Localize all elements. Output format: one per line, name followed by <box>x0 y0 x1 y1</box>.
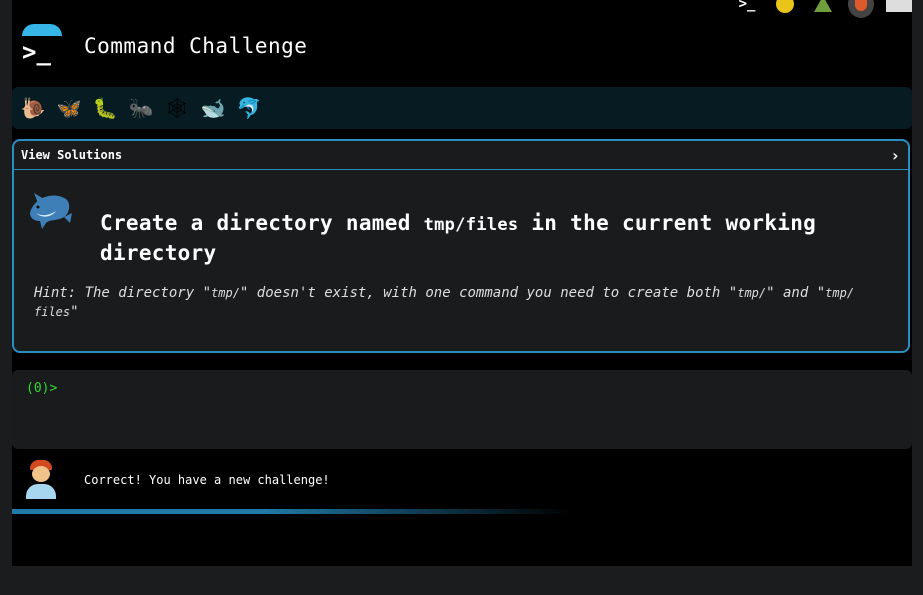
hint-part: Hint: The directory " <box>34 285 212 301</box>
dolphin-icon <box>30 193 72 229</box>
tree-icon[interactable] <box>810 0 836 14</box>
view-solutions-toggle[interactable]: View Solutions › <box>14 141 908 170</box>
terminal-prompt-icon: >_ <box>22 38 51 66</box>
terminal-prompt: (0)> <box>26 381 58 396</box>
hint-code: tmp/ <box>737 286 767 300</box>
shield-icon[interactable] <box>848 0 874 18</box>
logo: >_ <box>20 24 64 68</box>
snail-icon[interactable]: 🐌 <box>18 93 48 123</box>
top-toolbar: >_ <box>734 0 912 18</box>
hint-text: Hint: The directory "tmp/" doesn't exist… <box>34 284 874 322</box>
message-text: Correct! You have a new challenge! <box>84 473 330 487</box>
whale-icon[interactable]: 🐋 <box>198 93 228 123</box>
level-bar: 🐌 🦋 🐛 🐜 🕸 🐋 🐬 <box>12 87 912 129</box>
hint-part: " and " <box>766 285 826 301</box>
title-text: Create a directory named <box>100 211 424 235</box>
avatar <box>24 460 58 500</box>
butterfly-icon[interactable]: 🦋 <box>54 93 84 123</box>
terminal-input[interactable]: (0)> <box>12 370 912 449</box>
view-solutions-label[interactable]: View Solutions <box>21 148 122 162</box>
hint-part: " doesn't exist, with one command you ne… <box>239 285 738 301</box>
hint-code: tmp/ <box>211 286 240 300</box>
app-title: Command Challenge <box>84 34 308 58</box>
mail-icon[interactable] <box>886 0 912 14</box>
header: >_ Command Challenge <box>20 24 307 68</box>
status-message: Correct! You have a new challenge! <box>24 460 330 500</box>
dolphin-icon[interactable]: 🐬 <box>234 93 264 123</box>
hint-part: " <box>70 304 79 320</box>
lightbulb-icon[interactable] <box>772 0 798 14</box>
chevron-right-icon[interactable]: › <box>890 146 900 165</box>
progress-bar <box>12 509 572 514</box>
challenge-card: View Solutions › Create a directory name… <box>12 139 910 353</box>
page: >_ >_ Command Challenge 🐌 🦋 🐛 🐜 🕸 🐋 🐬 Vi… <box>12 0 912 566</box>
challenge-title: Create a directory named tmp/files in th… <box>100 209 860 267</box>
spider-web-icon[interactable]: 🕸 <box>162 93 192 123</box>
ant-icon[interactable]: 🐜 <box>126 93 156 123</box>
title-code: tmp/files <box>423 215 519 235</box>
caterpillar-icon[interactable]: 🐛 <box>90 93 120 123</box>
terminal-icon[interactable]: >_ <box>734 0 760 14</box>
